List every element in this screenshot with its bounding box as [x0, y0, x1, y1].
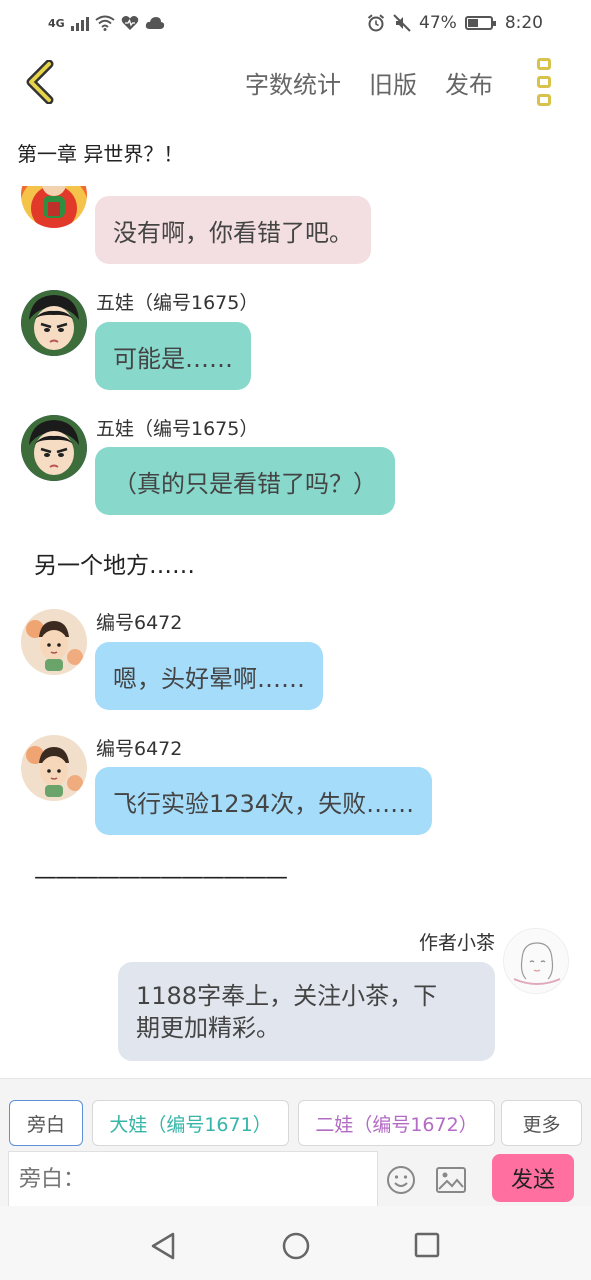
more-menu-button[interactable] [532, 58, 556, 106]
top-actions: 字数统计 旧版 发布 [245, 46, 493, 118]
status-left: 4G [48, 15, 165, 31]
dot-icon [537, 58, 551, 70]
message-text: 没有啊，你看错了吧。 [113, 218, 353, 247]
chat-area[interactable]: 没有啊，你看错了吧。 五娃（编号1675） 可能是…… 五娃（编号1675） （… [0, 186, 591, 1076]
speaker-name: 五娃（编号1675） [96, 292, 259, 314]
message-text: （真的只是看错了吗？） [113, 469, 377, 498]
avatar-6472[interactable] [21, 735, 87, 801]
message-text-line2: 期更加精彩。 [136, 1013, 280, 1042]
narration-text: 另一个地方…… [34, 553, 195, 579]
word-count-button[interactable]: 字数统计 [245, 65, 341, 100]
message-bubble[interactable]: （真的只是看错了吗？） [95, 447, 395, 515]
clock: 8:20 [504, 13, 543, 33]
avatar-character-red[interactable] [21, 186, 87, 228]
dot-icon [537, 76, 551, 88]
message-text: 可能是…… [113, 344, 233, 373]
character-6472-icon [21, 735, 87, 801]
send-button[interactable]: 发送 [492, 1154, 574, 1202]
author-sketch-icon [505, 930, 568, 993]
message-text: 飞行实验1234次，失败…… [113, 789, 415, 818]
wifi-icon [95, 15, 115, 31]
message-bubble[interactable]: 可能是…… [95, 322, 251, 390]
top-bar: 字数统计 旧版 发布 [0, 46, 591, 118]
avatar-wuwa[interactable] [21, 290, 87, 356]
health-heart-icon [121, 16, 138, 30]
message-bubble[interactable]: 没有啊，你看错了吧。 [95, 196, 371, 264]
status-right: 47% 8:20 [367, 13, 543, 33]
composer-area: 旁白 大娃（编号1671） 二娃（编号1672） 更多 发送 [0, 1078, 591, 1207]
avatar-author[interactable] [503, 928, 569, 994]
back-button[interactable] [20, 58, 60, 106]
mute-icon [393, 14, 411, 32]
system-nav-bar [0, 1206, 591, 1280]
message-text-line1: 1188字奉上，关注小茶，下 [136, 981, 438, 1010]
role-narrator-button[interactable]: 旁白 [9, 1100, 83, 1146]
character-figure-icon [42, 186, 66, 218]
signal-icon [70, 15, 89, 31]
role-erwa-button[interactable]: 二娃（编号1672） [298, 1100, 495, 1146]
square-recent-icon[interactable] [414, 1232, 440, 1258]
message-text: 嗯，头好晕啊…… [113, 664, 305, 693]
dot-icon [537, 94, 551, 106]
publish-button[interactable]: 发布 [445, 65, 493, 100]
circle-home-icon[interactable] [282, 1232, 310, 1260]
network-type: 4G [48, 16, 65, 30]
triangle-back-icon[interactable] [150, 1232, 176, 1260]
battery-percent: 47% [419, 13, 457, 33]
wuwa-face-icon [21, 415, 87, 481]
cloud-icon [145, 17, 164, 29]
message-bubble[interactable]: 1188字奉上，关注小茶，下 期更加精彩。 [118, 962, 495, 1061]
message-bubble[interactable]: 飞行实验1234次，失败…… [95, 767, 433, 835]
image-icon[interactable] [436, 1167, 466, 1193]
old-version-button[interactable]: 旧版 [369, 65, 417, 100]
battery-icon [464, 16, 496, 30]
narration-divider: ———————————— [34, 864, 288, 890]
role-dawa-button[interactable]: 大娃（编号1671） [92, 1100, 289, 1146]
author-name: 作者小茶 [418, 932, 495, 954]
avatar-wuwa[interactable] [21, 415, 87, 481]
chevron-left-icon [26, 60, 54, 104]
message-bubble[interactable]: 嗯，头好晕啊…… [95, 642, 323, 710]
message-input[interactable] [8, 1151, 378, 1207]
character-6472-icon [21, 609, 87, 675]
chapter-title: 第一章 异世界？！ [17, 142, 184, 166]
wuwa-face-icon [21, 290, 87, 356]
emoji-icon[interactable] [386, 1165, 416, 1195]
battery-fill [467, 19, 479, 27]
alarm-icon [367, 14, 385, 32]
speaker-name: 编号6472 [96, 738, 183, 760]
avatar-6472[interactable] [21, 609, 87, 675]
speaker-name: 五娃（编号1675） [96, 418, 259, 440]
status-bar: 4G 47% 8:20 [0, 0, 591, 46]
role-more-button[interactable]: 更多 [501, 1100, 582, 1146]
speaker-name: 编号6472 [96, 612, 183, 634]
